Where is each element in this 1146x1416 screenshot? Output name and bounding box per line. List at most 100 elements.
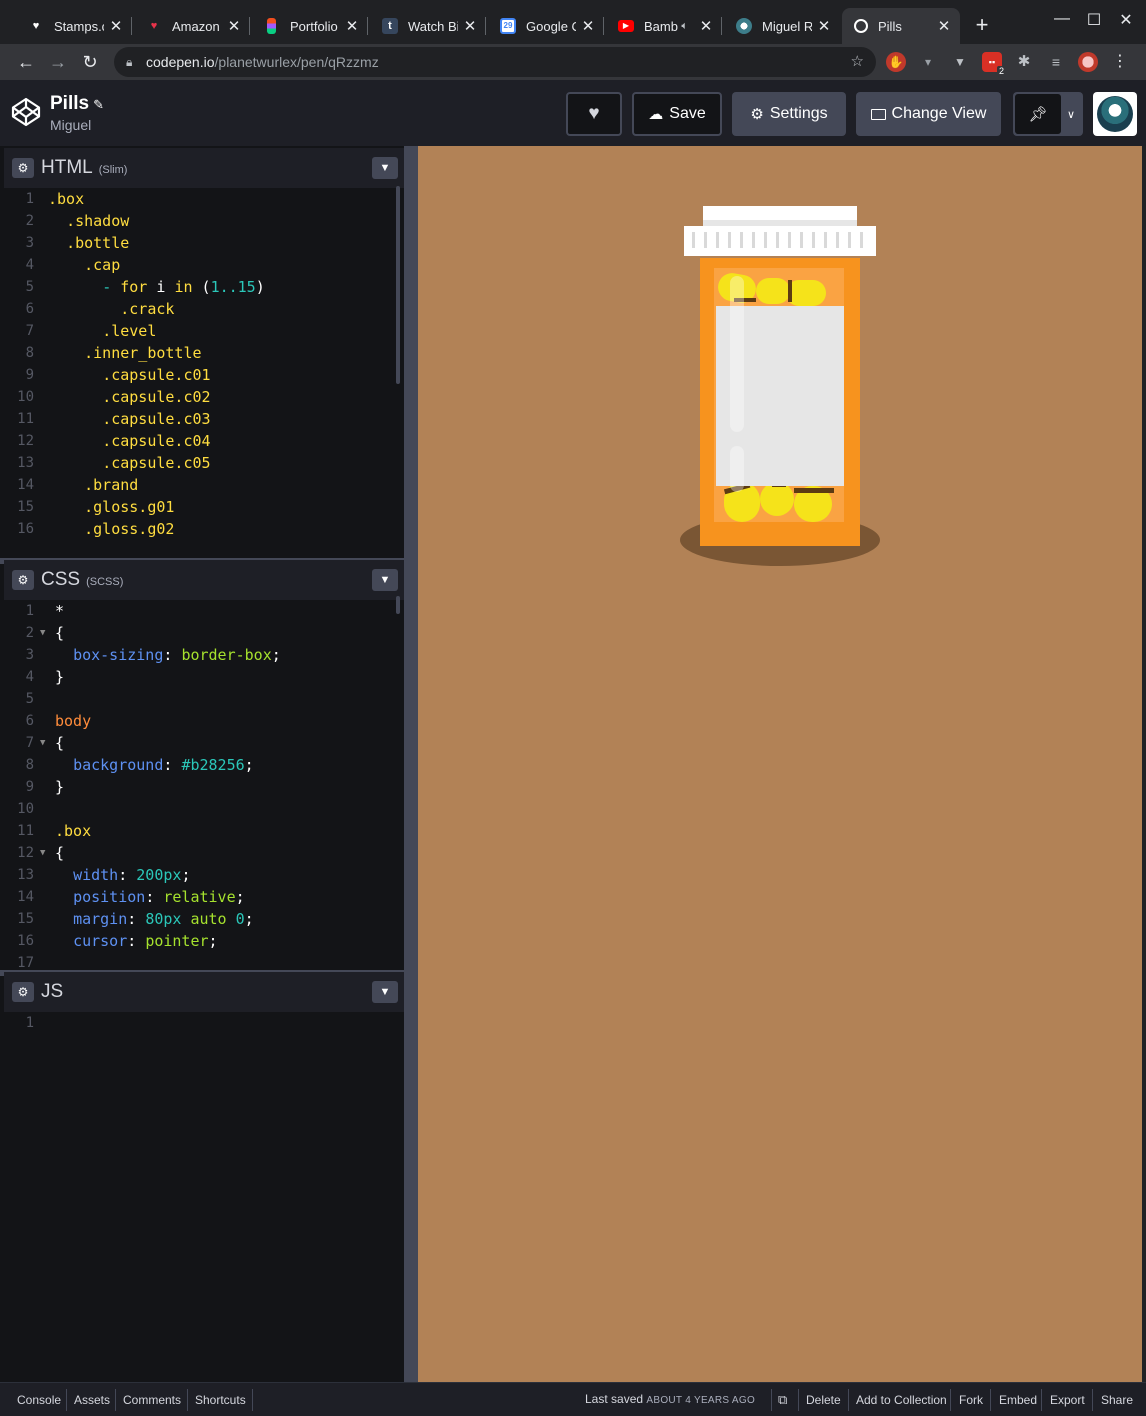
extension-badge-icon[interactable]: ▪▪ 2 [982,52,1006,77]
code-line[interactable]: 16 .gloss.g02 [4,518,396,540]
pin-button[interactable]: 📌︎ ∨ [1013,92,1083,136]
console-button[interactable]: Console [17,1385,61,1415]
css-settings-gear-icon[interactable]: ⚙ [12,570,34,590]
close-window-button[interactable]: ✕ [1114,10,1138,30]
extension-shield-icon[interactable]: ▾ [918,52,938,72]
code-line[interactable]: 2 .shadow [4,210,396,232]
code-line[interactable]: 6 body [4,710,396,732]
code-line[interactable]: 13 .capsule.c05 [4,452,396,474]
forward-button[interactable]: → [46,50,70,74]
code-line[interactable]: 4 .cap [4,254,396,276]
share-button[interactable]: Share [1101,1385,1133,1415]
close-icon[interactable]: ✕ [462,17,478,35]
code-line[interactable]: 11 .capsule.c03 [4,408,396,430]
tab-youtube[interactable]: ▶ Bamb 🔈︎ ✕ [606,8,722,44]
close-icon[interactable]: ✕ [344,17,360,35]
code-line[interactable]: 1 .box [4,188,396,210]
fold-arrow-icon[interactable]: ▼ [40,842,45,864]
code-line[interactable]: 5 - for i in (1..15) [4,276,396,298]
pen-title[interactable]: Pills ✎ [50,93,104,115]
html-code-editor[interactable]: 1 .box 2 .shadow 3 .bottle 4 .cap 5 - for i i… [4,188,396,558]
js-settings-gear-icon[interactable]: ⚙ [12,982,34,1002]
puzzle-icon[interactable]: ✱ [1014,52,1034,72]
js-code-editor[interactable]: 1 [4,1012,396,1372]
code-line[interactable]: 7 ▼ { [4,732,396,754]
profile-avatar[interactable] [1078,52,1098,72]
css-collapse-chevron-icon[interactable]: ▼ [372,569,398,591]
close-icon[interactable]: ✕ [816,17,832,35]
add-to-collection-button[interactable]: Add to Collection [856,1385,947,1415]
save-button[interactable]: ☁ Save [632,92,722,136]
speaker-icon[interactable]: 🔈︎ [681,20,688,33]
tab-amazon[interactable]: ♥ Amazon ✕ [134,8,250,44]
code-line[interactable]: 9} [4,776,396,798]
like-button[interactable]: ♥ [566,92,622,136]
code-line[interactable]: 5 [4,688,396,710]
kebab-menu-icon[interactable]: ⋮ [1110,52,1130,72]
comments-button[interactable]: Comments [123,1385,181,1415]
pencil-icon[interactable]: ✎ [93,97,104,112]
code-line[interactable]: 14 .brand [4,474,396,496]
code-line[interactable]: 15 .gloss.g01 [4,496,396,518]
fold-arrow-icon[interactable]: ▼ [40,732,45,754]
change-view-button[interactable]: Change View [856,92,1001,136]
code-line[interactable]: 3 box-sizing: border-box; [4,644,396,666]
address-bar[interactable]: 🔒︎ codepen.io/planetwurlex/pen/qRzzmz ☆ [114,47,876,77]
tab-pills[interactable]: Pills ✕ [842,8,960,44]
delete-button[interactable]: Delete [806,1385,841,1415]
code-line[interactable]: 11 .box [4,820,396,842]
reload-button[interactable]: ↻ [78,50,102,74]
settings-button[interactable]: ⚙ Settings [732,92,846,136]
code-line[interactable]: 3 .bottle [4,232,396,254]
code-line[interactable]: 14 position: relative; [4,886,396,908]
css-code-editor[interactable]: 1 * 2 ▼{3 box-sizing: border-box; 4} 5 6 body 7 ▼… [4,600,396,970]
html-editor-scrollbar[interactable] [396,186,400,384]
shortcuts-button[interactable]: Shortcuts [195,1385,246,1415]
code-line[interactable]: 6 .crack [4,298,396,320]
bookmark-star-icon[interactable]: ☆ [851,47,864,77]
tab-portfolio[interactable]: Portfolio ✕ [252,8,368,44]
close-icon[interactable]: ✕ [580,17,596,35]
code-line[interactable]: 10 [4,798,396,820]
result-preview[interactable] [418,146,1142,1382]
assets-button[interactable]: Assets [74,1385,110,1415]
code-line[interactable]: 16 cursor: pointer; [4,930,396,952]
open-external-icon[interactable]: ⧉ [778,1385,787,1415]
pen-author[interactable]: Miguel [50,117,91,133]
maximize-button[interactable]: ☐ [1082,10,1106,30]
embed-button[interactable]: Embed [999,1385,1037,1415]
back-button[interactable]: ← [14,50,38,74]
code-line[interactable]: 8 background: #b28256; [4,754,396,776]
chevron-down-icon[interactable]: ∨ [1067,108,1075,121]
code-line[interactable]: 2 ▼ { [4,622,396,644]
code-line[interactable]: 8 .inner_bottle [4,342,396,364]
html-collapse-chevron-icon[interactable]: ▼ [372,157,398,179]
code-line[interactable]: 17 [4,952,396,970]
code-line[interactable]: 12 .capsule.c04 [4,430,396,452]
close-icon[interactable]: ✕ [226,17,242,35]
code-line[interactable]: 7 .level [4,320,396,342]
minimize-button[interactable]: — [1050,10,1074,28]
html-settings-gear-icon[interactable]: ⚙ [12,158,34,178]
media-queue-icon[interactable]: ≡ [1046,52,1066,72]
close-icon[interactable]: ✕ [698,17,714,35]
code-line[interactable]: 10 .capsule.c02 [4,386,396,408]
adblock-icon[interactable]: ✋ [886,52,906,72]
tab-stamps[interactable]: ♥ Stamps.c ✕ [16,8,132,44]
tab-google-calendar[interactable]: 29 Google C ✕ [488,8,604,44]
export-button[interactable]: Export [1050,1385,1085,1415]
code-line[interactable]: 12 ▼ { [4,842,396,864]
vue-devtools-icon[interactable]: ▼ [950,52,970,72]
fork-button[interactable]: Fork [959,1385,983,1415]
code-line[interactable]: 1 * [4,600,396,622]
js-collapse-chevron-icon[interactable]: ▼ [372,981,398,1003]
code-line[interactable]: 4} [4,666,396,688]
fold-arrow-icon[interactable]: ▼ [40,622,45,644]
codepen-logo-icon[interactable] [10,96,42,128]
code-line[interactable]: 9 .capsule.c01 [4,364,396,386]
new-tab-button[interactable]: + [970,14,994,38]
close-icon[interactable]: ✕ [936,17,952,35]
tab-miguel[interactable]: Miguel R ✕ [724,8,840,44]
code-line[interactable]: 1 [4,1012,396,1034]
user-avatar[interactable] [1093,92,1137,136]
